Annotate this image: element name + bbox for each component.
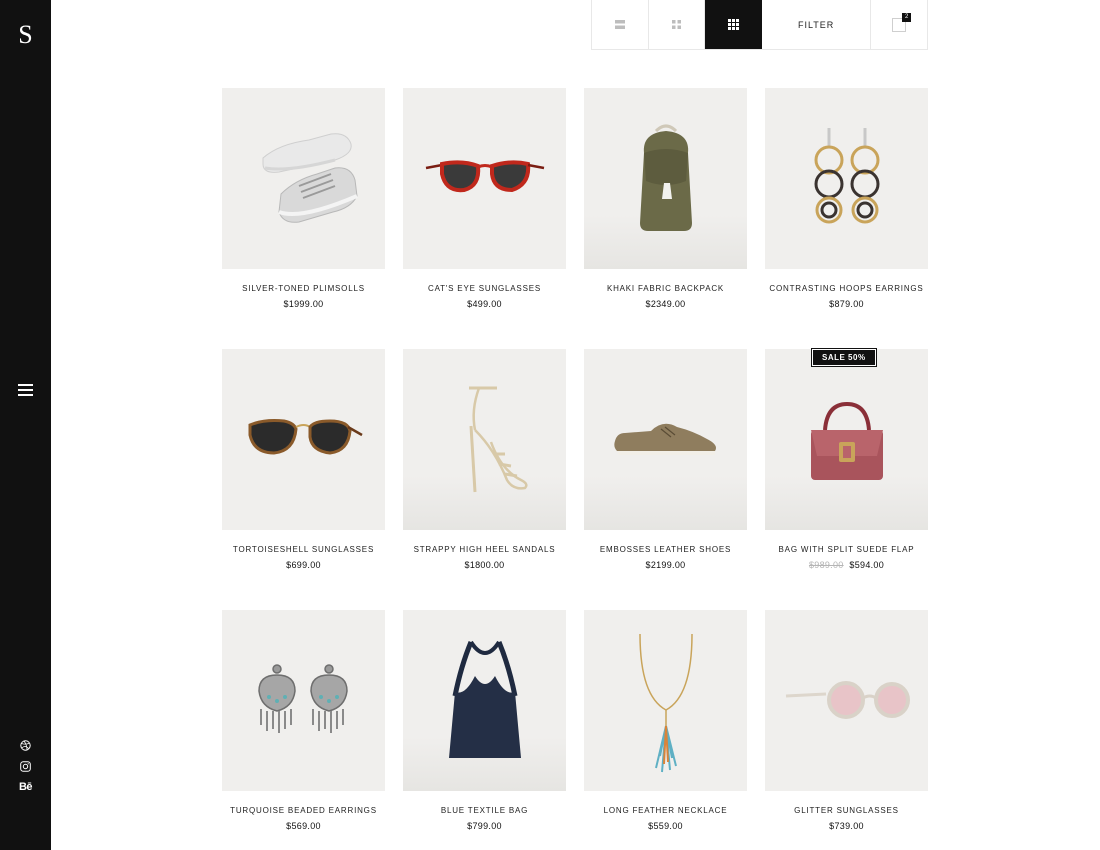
product-price: $499.00 — [467, 299, 502, 309]
cart-button[interactable]: 2 — [871, 0, 927, 49]
sneakers-image — [262, 132, 358, 223]
product-name[interactable]: TORTOISESHELL SUNGLASSES — [222, 545, 385, 554]
product-name[interactable]: BAG WITH SPLIT SUEDE FLAP — [765, 545, 928, 554]
product-card: TORTOISESHELL SUNGLASSES $699.00 — [222, 349, 385, 570]
product-card: SILVER-TONED PLIMSOLLS $1999.00 — [222, 88, 385, 309]
product-price: $1999.00 — [283, 299, 324, 309]
product-price: $2349.00 — [645, 299, 686, 309]
cart-icon: 2 — [892, 12, 912, 32]
product-name[interactable]: CAT'S EYE SUNGLASSES — [403, 284, 566, 293]
sunglasses-image — [425, 159, 544, 192]
grid-3x3-icon — [727, 19, 739, 30]
product-old-price: $989.00 — [808, 560, 844, 570]
view-toolbar: FILTER 2 — [591, 0, 928, 50]
product-image-link[interactable] — [584, 610, 747, 791]
product-image-link[interactable] — [403, 349, 566, 530]
product-price: $2199.00 — [645, 560, 686, 570]
list-view-icon — [614, 20, 625, 29]
hamburger-menu-icon[interactable] — [18, 384, 33, 397]
product-image-link[interactable] — [584, 88, 747, 269]
product-card: KHAKI FABRIC BACKPACK $2349.00 — [584, 88, 747, 309]
backpack-image — [639, 124, 692, 231]
product-name[interactable]: BLUE TEXTILE BAG — [403, 806, 566, 815]
product-image-link[interactable] — [584, 349, 747, 530]
filter-button[interactable]: FILTER — [762, 0, 872, 49]
behance-icon[interactable]: Bē — [0, 781, 51, 793]
product-card: CAT'S EYE SUNGLASSES $499.00 — [403, 88, 566, 309]
product-image-link[interactable] — [222, 88, 385, 269]
logo[interactable]: S — [0, 22, 51, 48]
tote-image — [448, 640, 521, 758]
earrings-image — [257, 663, 348, 733]
product-name[interactable]: TURQUOISE BEADED EARRINGS — [222, 806, 385, 815]
sandal-image — [468, 386, 528, 492]
shoe-image — [613, 423, 716, 455]
sunglasses-image — [785, 680, 910, 719]
product-name[interactable]: KHAKI FABRIC BACKPACK — [584, 284, 747, 293]
product-card: GLITTER SUNGLASSES $739.00 — [765, 610, 928, 831]
sidebar: S Bē — [0, 0, 51, 850]
product-price: $1800.00 — [464, 560, 505, 570]
product-card: STRAPPY HIGH HEEL SANDALS $1800.00 — [403, 349, 566, 570]
grid-4-view-button[interactable] — [705, 0, 762, 49]
instagram-icon[interactable] — [0, 761, 51, 772]
grid-2-icon — [671, 20, 681, 29]
product-card: LONG FEATHER NECKLACE $559.00 — [584, 610, 747, 831]
product-name[interactable]: SILVER-TONED PLIMSOLLS — [222, 284, 385, 293]
product-price: $569.00 — [286, 821, 321, 831]
product-name[interactable]: STRAPPY HIGH HEEL SANDALS — [403, 545, 566, 554]
product-price-group: $989.00 $594.00 — [765, 560, 928, 570]
product-card: SALE 50% BAG WITH SPLIT SUEDE FLAP $989.… — [765, 348, 928, 570]
product-name[interactable]: CONTRASTING HOOPS EARRINGS — [765, 284, 928, 293]
product-price: $879.00 — [829, 299, 864, 309]
product-price: $799.00 — [467, 821, 502, 831]
product-name[interactable]: GLITTER SUNGLASSES — [765, 806, 928, 815]
product-price: $559.00 — [648, 821, 683, 831]
product-image-link[interactable] — [765, 349, 928, 530]
product-price: $739.00 — [829, 821, 864, 831]
product-image-link[interactable] — [765, 88, 928, 269]
product-grid: SILVER-TONED PLIMSOLLS $1999.00 CAT'S EY… — [222, 88, 928, 831]
product-card: CONTRASTING HOOPS EARRINGS $879.00 — [765, 88, 928, 309]
product-name[interactable]: LONG FEATHER NECKLACE — [584, 806, 747, 815]
handbag-image — [810, 401, 883, 480]
list-view-button[interactable] — [592, 0, 649, 49]
product-sale-price: $594.00 — [849, 560, 885, 570]
sale-badge: SALE 50% — [811, 348, 877, 367]
product-price: $699.00 — [286, 560, 321, 570]
necklace-image — [638, 633, 693, 772]
product-image-link[interactable] — [403, 610, 566, 791]
product-image-link[interactable] — [765, 610, 928, 791]
grid-2-view-button[interactable] — [649, 0, 706, 49]
product-card: BLUE TEXTILE BAG $799.00 — [403, 610, 566, 831]
product-card: TURQUOISE BEADED EARRINGS $569.00 — [222, 610, 385, 831]
product-image-link[interactable] — [403, 88, 566, 269]
product-image-link[interactable] — [222, 610, 385, 791]
product-image-link[interactable] — [222, 349, 385, 530]
product-card: EMBOSSES LEATHER SHOES $2199.00 — [584, 349, 747, 570]
earrings-image — [814, 127, 879, 223]
cart-count-badge: 2 — [902, 12, 912, 22]
product-name[interactable]: EMBOSSES LEATHER SHOES — [584, 545, 747, 554]
sunglasses-image — [248, 418, 363, 455]
dribbble-icon[interactable] — [0, 740, 51, 751]
